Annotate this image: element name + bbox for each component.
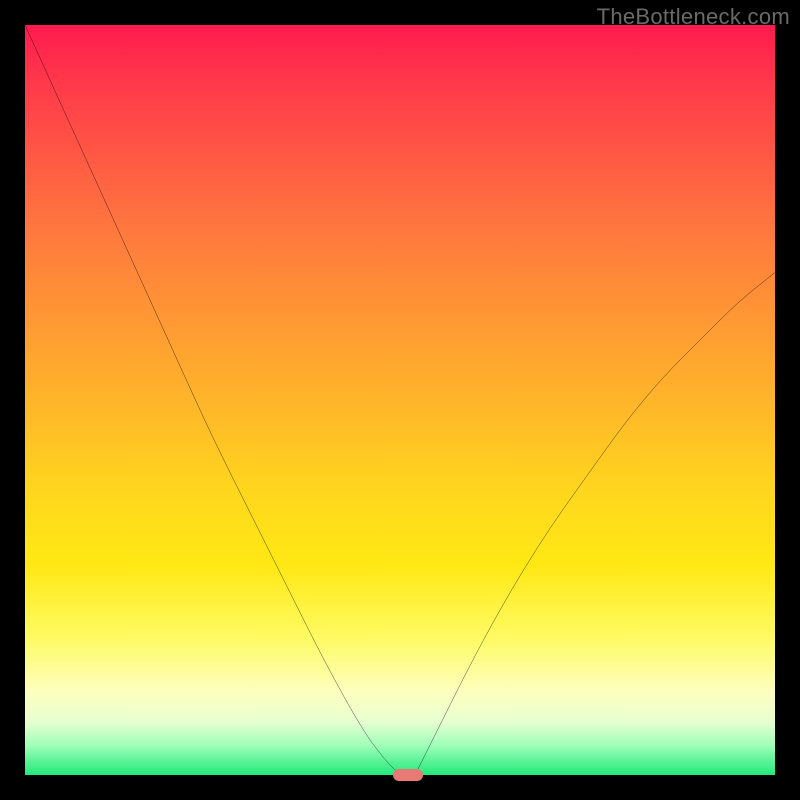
optimum-marker bbox=[393, 769, 423, 781]
chart-frame: TheBottleneck.com bbox=[0, 0, 800, 800]
curve-path bbox=[25, 25, 775, 775]
bottleneck-curve bbox=[25, 25, 775, 775]
plot-area bbox=[25, 25, 775, 775]
watermark-text: TheBottleneck.com bbox=[597, 4, 790, 30]
